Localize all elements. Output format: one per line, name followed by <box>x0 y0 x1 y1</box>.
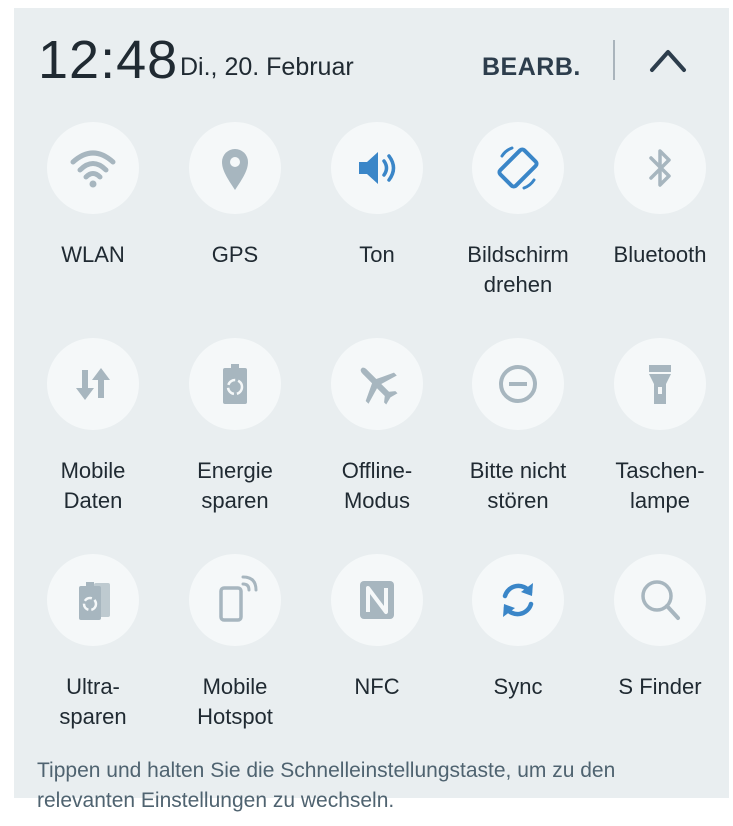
tile-speaker[interactable]: Ton <box>307 122 447 322</box>
tile-button[interactable] <box>47 338 139 430</box>
tile-button[interactable] <box>189 338 281 430</box>
tile-label: Mobile Daten <box>60 458 126 513</box>
tile-screen-rotation[interactable]: Bildschirm drehen <box>448 122 588 322</box>
tile-sync[interactable]: Sync <box>448 554 588 754</box>
speaker-icon <box>349 140 405 196</box>
tile-button[interactable] <box>472 122 564 214</box>
tile-label: Offline- Modus <box>341 458 413 513</box>
tile-hotspot[interactable]: Mobile Hotspot <box>165 554 305 754</box>
bluetooth-icon <box>632 140 688 196</box>
tile-search[interactable]: S Finder <box>590 554 730 754</box>
screen-rotation-icon <box>490 140 546 196</box>
flashlight-icon <box>632 356 688 412</box>
location-pin-icon <box>207 140 263 196</box>
tile-label: WLAN <box>61 242 125 267</box>
quick-settings-grid: WLAN GPS Ton Bildschirm drehen Bluetooth Mobi… <box>14 8 729 798</box>
wifi-icon <box>65 140 121 196</box>
tile-wifi[interactable]: WLAN <box>23 122 163 322</box>
tile-button[interactable] <box>189 122 281 214</box>
tile-button[interactable] <box>472 554 564 646</box>
tile-label: Mobile Hotspot <box>197 674 273 729</box>
tile-label: Energie sparen <box>197 458 273 513</box>
tile-button[interactable] <box>331 554 423 646</box>
airplane-icon <box>349 356 405 412</box>
tile-label: Taschen- lampe <box>615 458 705 513</box>
tile-ultra-power-saving[interactable]: Ultra- sparen <box>23 554 163 754</box>
tile-button[interactable] <box>331 338 423 430</box>
tile-label: GPS <box>211 242 259 267</box>
tile-button[interactable] <box>614 338 706 430</box>
do-not-disturb-icon <box>490 356 546 412</box>
tile-do-not-disturb[interactable]: Bitte nicht stören <box>448 338 588 538</box>
tile-button[interactable] <box>189 554 281 646</box>
mobile-data-icon <box>65 356 121 412</box>
tile-button[interactable] <box>331 122 423 214</box>
tile-airplane[interactable]: Offline- Modus <box>307 338 447 538</box>
tile-label: Bildschirm drehen <box>467 242 569 297</box>
tile-bluetooth[interactable]: Bluetooth <box>590 122 730 322</box>
tile-label: S Finder <box>618 674 702 699</box>
sync-icon <box>490 572 546 628</box>
ultra-power-saving-icon <box>65 572 121 628</box>
tile-battery-recycle[interactable]: Energie sparen <box>165 338 305 538</box>
search-icon <box>632 572 688 628</box>
tile-location-pin[interactable]: GPS <box>165 122 305 322</box>
tile-mobile-data[interactable]: Mobile Daten <box>23 338 163 538</box>
tile-button[interactable] <box>47 554 139 646</box>
tile-button[interactable] <box>614 122 706 214</box>
tile-label: Ultra- sparen <box>59 674 127 729</box>
quick-settings-panel: 12:48 Di., 20. Februar BEARB. WLAN GPS Ton… <box>14 8 729 812</box>
tile-nfc[interactable]: NFC <box>307 554 447 754</box>
tile-label: Bluetooth <box>613 242 707 267</box>
battery-recycle-icon <box>207 356 263 412</box>
tile-label: Bitte nicht stören <box>469 458 567 513</box>
tile-label: NFC <box>354 674 400 699</box>
tile-flashlight[interactable]: Taschen- lampe <box>590 338 730 538</box>
hotspot-icon <box>207 572 263 628</box>
tile-label: Ton <box>359 242 395 267</box>
tile-label: Sync <box>493 674 543 699</box>
tile-button[interactable] <box>472 338 564 430</box>
nfc-icon <box>349 572 405 628</box>
hint-text: Tippen und halten Sie die Schnelleinstel… <box>37 759 616 812</box>
tile-button[interactable] <box>614 554 706 646</box>
tile-button[interactable] <box>47 122 139 214</box>
